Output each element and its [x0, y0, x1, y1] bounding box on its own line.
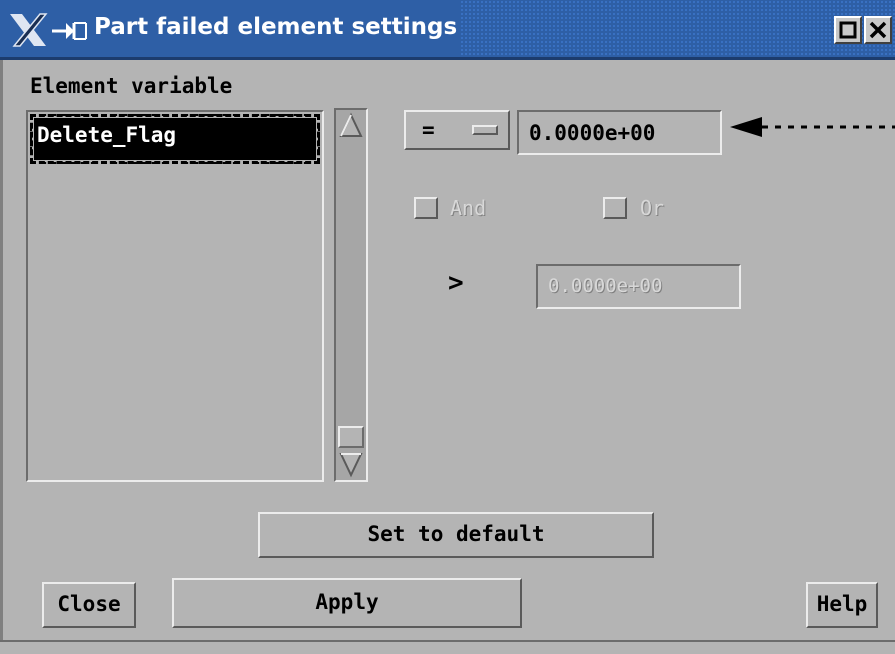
x-logo-icon[interactable] — [8, 12, 48, 48]
maximize-button[interactable] — [834, 16, 862, 44]
scroll-down-arrow-icon[interactable] — [338, 450, 364, 478]
set-to-default-button[interactable]: Set to default — [258, 512, 654, 558]
element-variable-list[interactable]: Delete_Flag — [26, 110, 324, 482]
help-button[interactable]: Help — [806, 582, 878, 628]
close-button[interactable]: Close — [42, 582, 136, 628]
operator-option-menu[interactable]: = — [404, 110, 510, 150]
list-item-selected[interactable]: Delete_Flag — [30, 114, 320, 164]
pin-icon[interactable] — [50, 20, 88, 42]
scroll-thumb[interactable] — [338, 426, 364, 448]
pointer-arrow-icon — [730, 117, 895, 137]
or-checkbox[interactable] — [603, 197, 627, 219]
window-title: Part failed element settings — [94, 14, 458, 40]
second-operator-label: > — [448, 268, 464, 298]
close-window-button[interactable] — [864, 16, 892, 44]
maximize-icon — [839, 21, 857, 39]
and-checkbox[interactable] — [414, 197, 438, 219]
element-variable-label: Element variable — [30, 74, 233, 98]
or-label: Or — [640, 196, 665, 220]
operator-value: = — [422, 118, 435, 142]
second-value-field[interactable]: 0.0000e+00 — [536, 264, 741, 309]
close-icon — [869, 21, 887, 39]
apply-button[interactable]: Apply — [172, 578, 522, 628]
option-menu-indicator-icon — [472, 125, 498, 135]
value-field[interactable]: 0.0000e+00 — [517, 110, 722, 155]
window-bottom-edge — [0, 640, 895, 654]
scroll-up-arrow-icon[interactable] — [338, 112, 364, 140]
list-scrollbar[interactable] — [334, 108, 368, 482]
and-label: And — [450, 196, 487, 220]
title-bar[interactable]: Part failed element settings — [0, 0, 895, 60]
